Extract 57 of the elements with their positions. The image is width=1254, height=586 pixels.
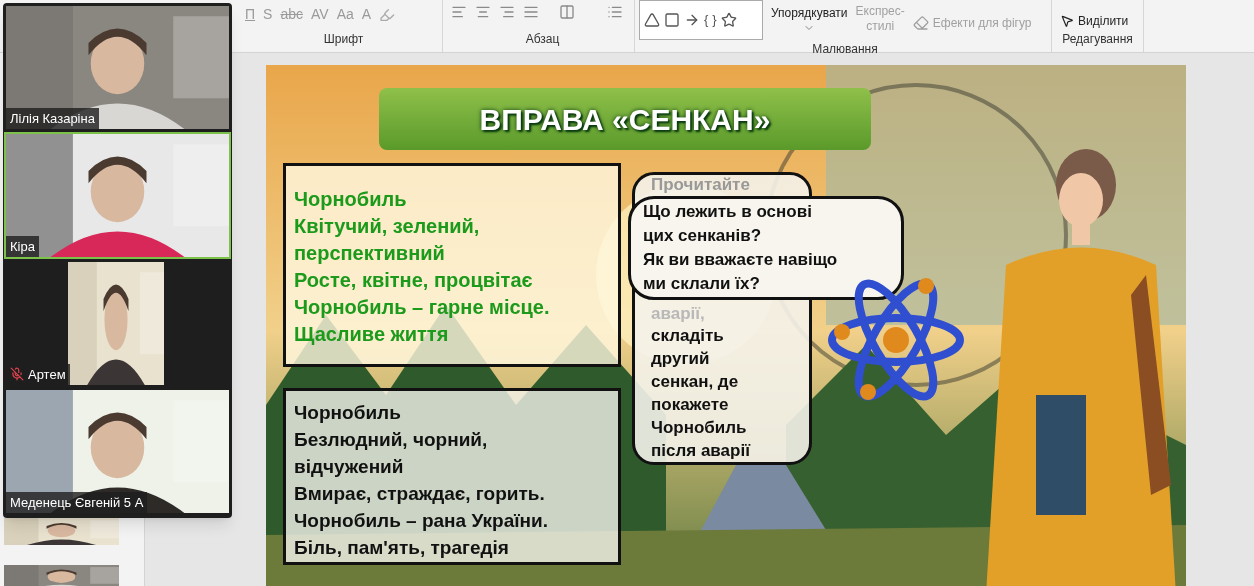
bubble-line: Що лежить в основі xyxy=(643,201,813,223)
bubble-line: цих сенканів? xyxy=(643,225,763,247)
shape-glyph[interactable]: { xyxy=(704,10,709,30)
poem-line: Вмирає, страждає, горить. xyxy=(294,482,546,506)
quick-styles-button[interactable]: Експрес- стилі xyxy=(855,0,905,34)
bubble-line: ми склали їх? xyxy=(643,273,761,295)
poem-line: відчужений xyxy=(294,455,405,479)
font-format-button[interactable]: abc xyxy=(280,4,303,25)
participant-name: Лілія Казаріна xyxy=(10,109,95,128)
bubble-line: другий xyxy=(651,348,711,370)
font-format-button[interactable]: AV xyxy=(311,4,329,25)
columns-icon[interactable] xyxy=(559,4,575,20)
poem-line: Біль, пам'ять, трагедія xyxy=(294,536,510,560)
shape-effects-button[interactable]: Ефекти для фігур xyxy=(912,0,1032,32)
poem-line: Чорнобиль xyxy=(294,401,402,425)
star-icon[interactable] xyxy=(720,12,737,28)
participant-name: Кіра xyxy=(10,237,35,256)
align-justify-icon[interactable] xyxy=(523,4,539,20)
align-right-icon[interactable] xyxy=(499,4,515,20)
poem-line: Щасливе життя xyxy=(294,322,450,347)
bubble-line: Як ви вважаєте навіщо xyxy=(643,249,839,271)
bubble-line: складіть xyxy=(651,325,725,347)
group-label: Шрифт xyxy=(322,31,365,48)
slide-title: ВПРАВА «СЕНКАН» xyxy=(479,101,771,138)
align-center-icon[interactable] xyxy=(475,4,491,20)
shape-glyph[interactable]: } xyxy=(712,10,717,30)
font-format-button[interactable]: Aa xyxy=(336,4,354,25)
poem-line: Безлюдний, чорний, xyxy=(294,428,489,452)
poem-line: Чорнобиль – рана України. xyxy=(294,509,549,533)
poem-line: перспективний xyxy=(294,241,446,266)
poem-line: Росте, квітне, процвітає xyxy=(294,268,534,293)
highlighter-icon[interactable] xyxy=(379,6,396,23)
cursor-icon xyxy=(1060,14,1074,28)
triangle-icon[interactable] xyxy=(644,12,660,28)
poem-line: Чорнобиль xyxy=(294,187,408,212)
font-format-button[interactable]: S xyxy=(263,4,273,25)
list-icon[interactable] xyxy=(607,4,623,20)
group-label: Малювання xyxy=(811,41,879,58)
poem-line: Квітучий, зелений, xyxy=(294,214,481,239)
arrange-button[interactable]: Упорядкувати xyxy=(771,0,848,34)
select-button[interactable]: Виділити xyxy=(1052,0,1143,30)
faded-text: Прочитайте xyxy=(651,175,751,195)
square-icon[interactable] xyxy=(664,12,680,28)
align-left-icon[interactable] xyxy=(451,4,467,20)
bubble-line: після аварії xyxy=(651,440,752,462)
faded-text: аварії, xyxy=(651,304,706,324)
group-label: Редагування xyxy=(1061,31,1134,48)
participant-name: Артем xyxy=(28,365,66,384)
participant-name: Меденець Євгеній 5 А xyxy=(10,493,144,512)
font-format-button[interactable]: П xyxy=(245,4,256,25)
bubble-line: Чорнобиль xyxy=(651,417,748,439)
bubble-line: сенкан, де xyxy=(651,371,740,393)
shapes-gallery[interactable]: { } xyxy=(639,0,763,40)
font-format-button[interactable]: A xyxy=(361,4,372,25)
poem-line: Чорнобиль – гарне місце. xyxy=(294,295,551,320)
bubble-line: покажете xyxy=(651,394,730,416)
group-label: Абзац xyxy=(524,31,561,48)
